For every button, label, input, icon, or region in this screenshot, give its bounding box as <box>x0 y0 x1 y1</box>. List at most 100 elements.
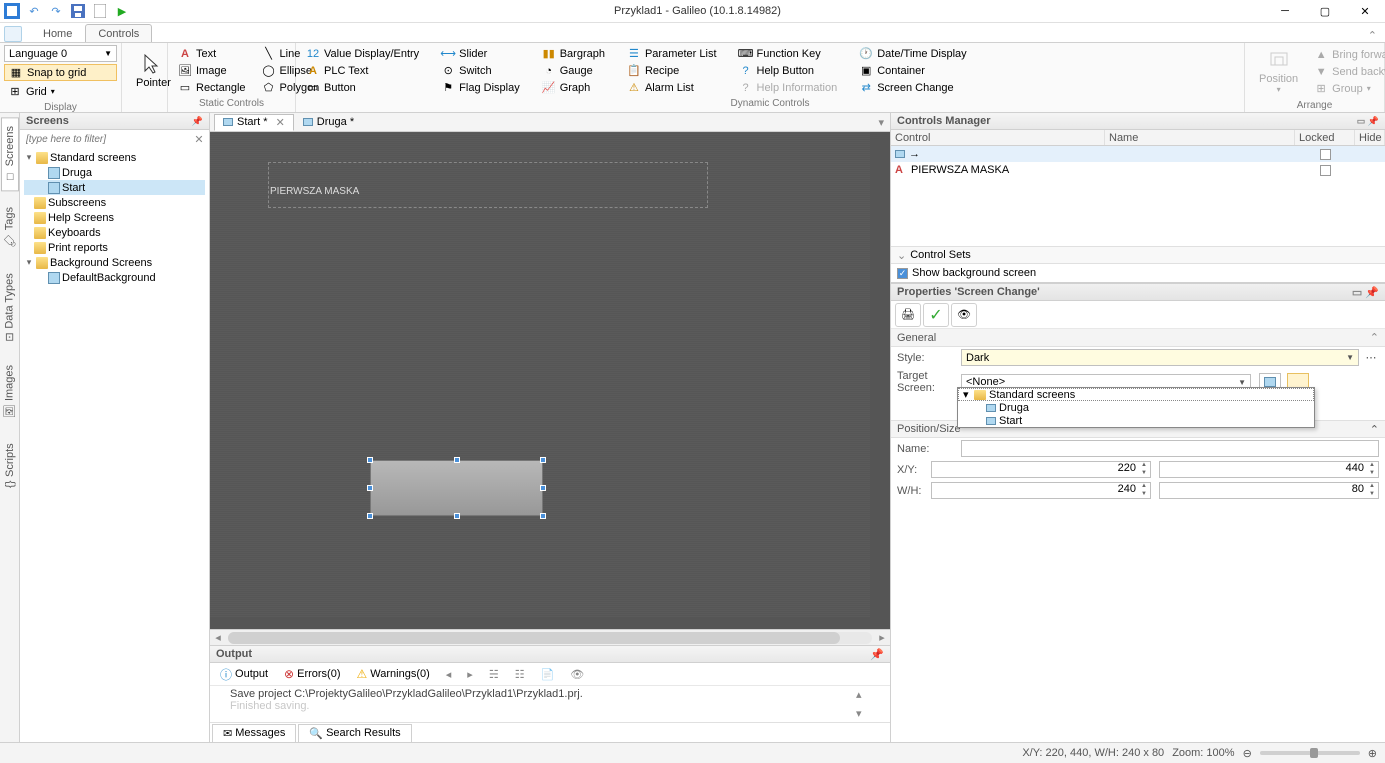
close-button[interactable]: ✕ <box>1345 0 1385 23</box>
scroll-right-icon[interactable]: ▸ <box>874 631 890 644</box>
image-tool[interactable]: 🖼Image <box>174 63 250 79</box>
tree-print-reports[interactable]: Print reports <box>24 240 205 255</box>
messages-tab[interactable]: ✉Messages <box>212 724 296 742</box>
resize-handle[interactable] <box>540 457 546 463</box>
tree-bg-screens[interactable]: ▾Background Screens <box>24 255 205 270</box>
redo-icon[interactable]: ↷ <box>48 3 64 19</box>
group-button[interactable]: ⊞Group▾ <box>1310 81 1385 97</box>
scroll-down-icon[interactable]: ▾ <box>856 707 870 720</box>
resize-handle[interactable] <box>367 513 373 519</box>
text-tool[interactable]: AText <box>174 46 250 62</box>
x-input[interactable]: 220▲▼ <box>931 461 1151 478</box>
pin-icon[interactable]: 📌 <box>192 116 203 127</box>
file-tab-button[interactable] <box>4 26 22 42</box>
tree-help-screens[interactable]: Help Screens <box>24 210 205 225</box>
h-input[interactable]: 80▲▼ <box>1159 482 1379 499</box>
style-more-button[interactable]: ⋯ <box>1363 351 1379 364</box>
help-button-tool[interactable]: ?Help Button <box>735 63 842 79</box>
gauge-tool[interactable]: ◔Gauge <box>538 63 609 79</box>
control-sets-section[interactable]: ⌄Control Sets <box>891 246 1385 264</box>
ribbon-collapse-icon[interactable]: ⌃ <box>1368 29 1377 42</box>
props-preview-button[interactable]: 👁 <box>951 303 977 327</box>
recipe-tool[interactable]: 📋Recipe <box>623 63 721 79</box>
show-bg-checkbox[interactable]: ✓ <box>897 268 908 279</box>
snap-to-grid-button[interactable]: ▦Snap to grid <box>4 64 117 81</box>
tabs-dropdown-icon[interactable]: ▾ <box>878 116 884 129</box>
datetime-tool[interactable]: 🕐Date/Time Display <box>855 46 970 62</box>
minimize-button[interactable]: ─ <box>1265 0 1305 23</box>
position-button[interactable]: Position▾ <box>1251 45 1306 98</box>
resize-handle[interactable] <box>540 485 546 491</box>
name-input[interactable] <box>961 440 1379 457</box>
props-tool-button[interactable]: 🖨 <box>895 303 921 327</box>
vtab-screens[interactable]: □Screens <box>1 117 19 191</box>
maximize-button[interactable]: ▢ <box>1305 0 1345 23</box>
output-tool-icon[interactable]: ☷ <box>509 666 531 683</box>
graph-tool[interactable]: 📈Graph <box>538 80 609 96</box>
plc-text-tool[interactable]: APLC Text <box>302 63 423 79</box>
resize-handle[interactable] <box>454 457 460 463</box>
document-icon[interactable] <box>92 3 108 19</box>
dd-druga[interactable]: Druga <box>958 401 1314 414</box>
resize-handle[interactable] <box>367 457 373 463</box>
vtab-datatypes[interactable]: ⊡Data Types <box>1 265 18 350</box>
nav-next-icon[interactable]: ▸ <box>461 666 479 683</box>
general-section[interactable]: General⌃ <box>891 329 1385 347</box>
switch-tool[interactable]: ⊙Switch <box>437 63 524 79</box>
col-control[interactable]: Control <box>891 130 1105 145</box>
language-dropdown[interactable]: Language 0▼ <box>4 45 117 62</box>
function-key-tool[interactable]: ⌨Function Key <box>735 46 842 62</box>
col-hide[interactable]: Hide <box>1355 130 1385 145</box>
dd-start[interactable]: Start <box>958 414 1314 427</box>
flag-display-tool[interactable]: ⚑Flag Display <box>437 80 524 96</box>
style-dropdown[interactable]: Dark▼ <box>961 349 1359 366</box>
col-locked[interactable]: Locked <box>1295 130 1355 145</box>
button-tool[interactable]: ▭Button <box>302 80 423 96</box>
locked-checkbox[interactable] <box>1320 149 1331 160</box>
resize-handle[interactable] <box>367 485 373 491</box>
tree-druga[interactable]: Druga <box>24 165 205 180</box>
design-canvas[interactable]: PIERWSZA MASKA <box>210 132 890 629</box>
control-row[interactable]: APIERWSZA MASKA <box>891 162 1385 178</box>
screen-change-tool[interactable]: ⇄Screen Change <box>855 80 970 96</box>
tree-keyboards[interactable]: Keyboards <box>24 225 205 240</box>
w-input[interactable]: 240▲▼ <box>931 482 1151 499</box>
output-tool-icon[interactable]: ☵ <box>483 666 505 683</box>
grid-dropdown[interactable]: ⊞Grid▾ <box>4 83 117 100</box>
y-input[interactable]: 440▲▼ <box>1159 461 1379 478</box>
output-button[interactable]: ⓘOutput <box>214 664 274 685</box>
tree-subscreens[interactable]: Subscreens <box>24 195 205 210</box>
zoom-out-icon[interactable]: ⊖ <box>1243 747 1252 760</box>
param-list-tool[interactable]: ☰Parameter List <box>623 46 721 62</box>
slider-tool[interactable]: ⟷Slider <box>437 46 524 62</box>
vtab-tags[interactable]: 🏷Tags <box>1 199 18 256</box>
vtab-images[interactable]: 🖼Images <box>1 357 18 427</box>
resize-handle[interactable] <box>454 513 460 519</box>
zoom-slider[interactable] <box>1260 751 1360 755</box>
tree-default-bg[interactable]: DefaultBackground <box>24 270 205 285</box>
alarm-list-tool[interactable]: ⚠Alarm List <box>623 80 721 96</box>
run-icon[interactable]: ▶ <box>114 3 130 19</box>
props-apply-button[interactable]: ✓ <box>923 303 949 327</box>
undo-icon[interactable]: ↶ <box>26 3 42 19</box>
control-row[interactable]: → <box>891 146 1385 162</box>
warnings-button[interactable]: ⚠Warnings(0) <box>351 665 436 683</box>
bring-forward-button[interactable]: ▲Bring forward▾ <box>1310 47 1385 63</box>
pin-icon[interactable]: 📌 <box>870 648 884 661</box>
col-name[interactable]: Name <box>1105 130 1295 145</box>
tree-standard-screens[interactable]: ▾Standard screens <box>24 150 205 165</box>
zoom-in-icon[interactable]: ⊕ <box>1368 747 1377 760</box>
pin-icon[interactable]: ▭ 📌 <box>1357 116 1379 127</box>
output-tool-icon[interactable]: 📄 <box>535 666 561 683</box>
scroll-left-icon[interactable]: ◂ <box>210 631 226 644</box>
help-info-tool[interactable]: ?Help Information <box>735 80 842 96</box>
container-tool[interactable]: ▣Container <box>855 63 970 79</box>
tab-home[interactable]: Home <box>30 24 85 42</box>
nav-prev-icon[interactable]: ◂ <box>440 666 458 683</box>
tree-start[interactable]: Start <box>24 180 205 195</box>
save-icon[interactable] <box>70 3 86 19</box>
locked-checkbox[interactable] <box>1320 165 1331 176</box>
search-results-tab[interactable]: 🔍Search Results <box>298 724 411 742</box>
scroll-thumb[interactable] <box>228 632 840 644</box>
filter-input[interactable] <box>24 133 193 146</box>
